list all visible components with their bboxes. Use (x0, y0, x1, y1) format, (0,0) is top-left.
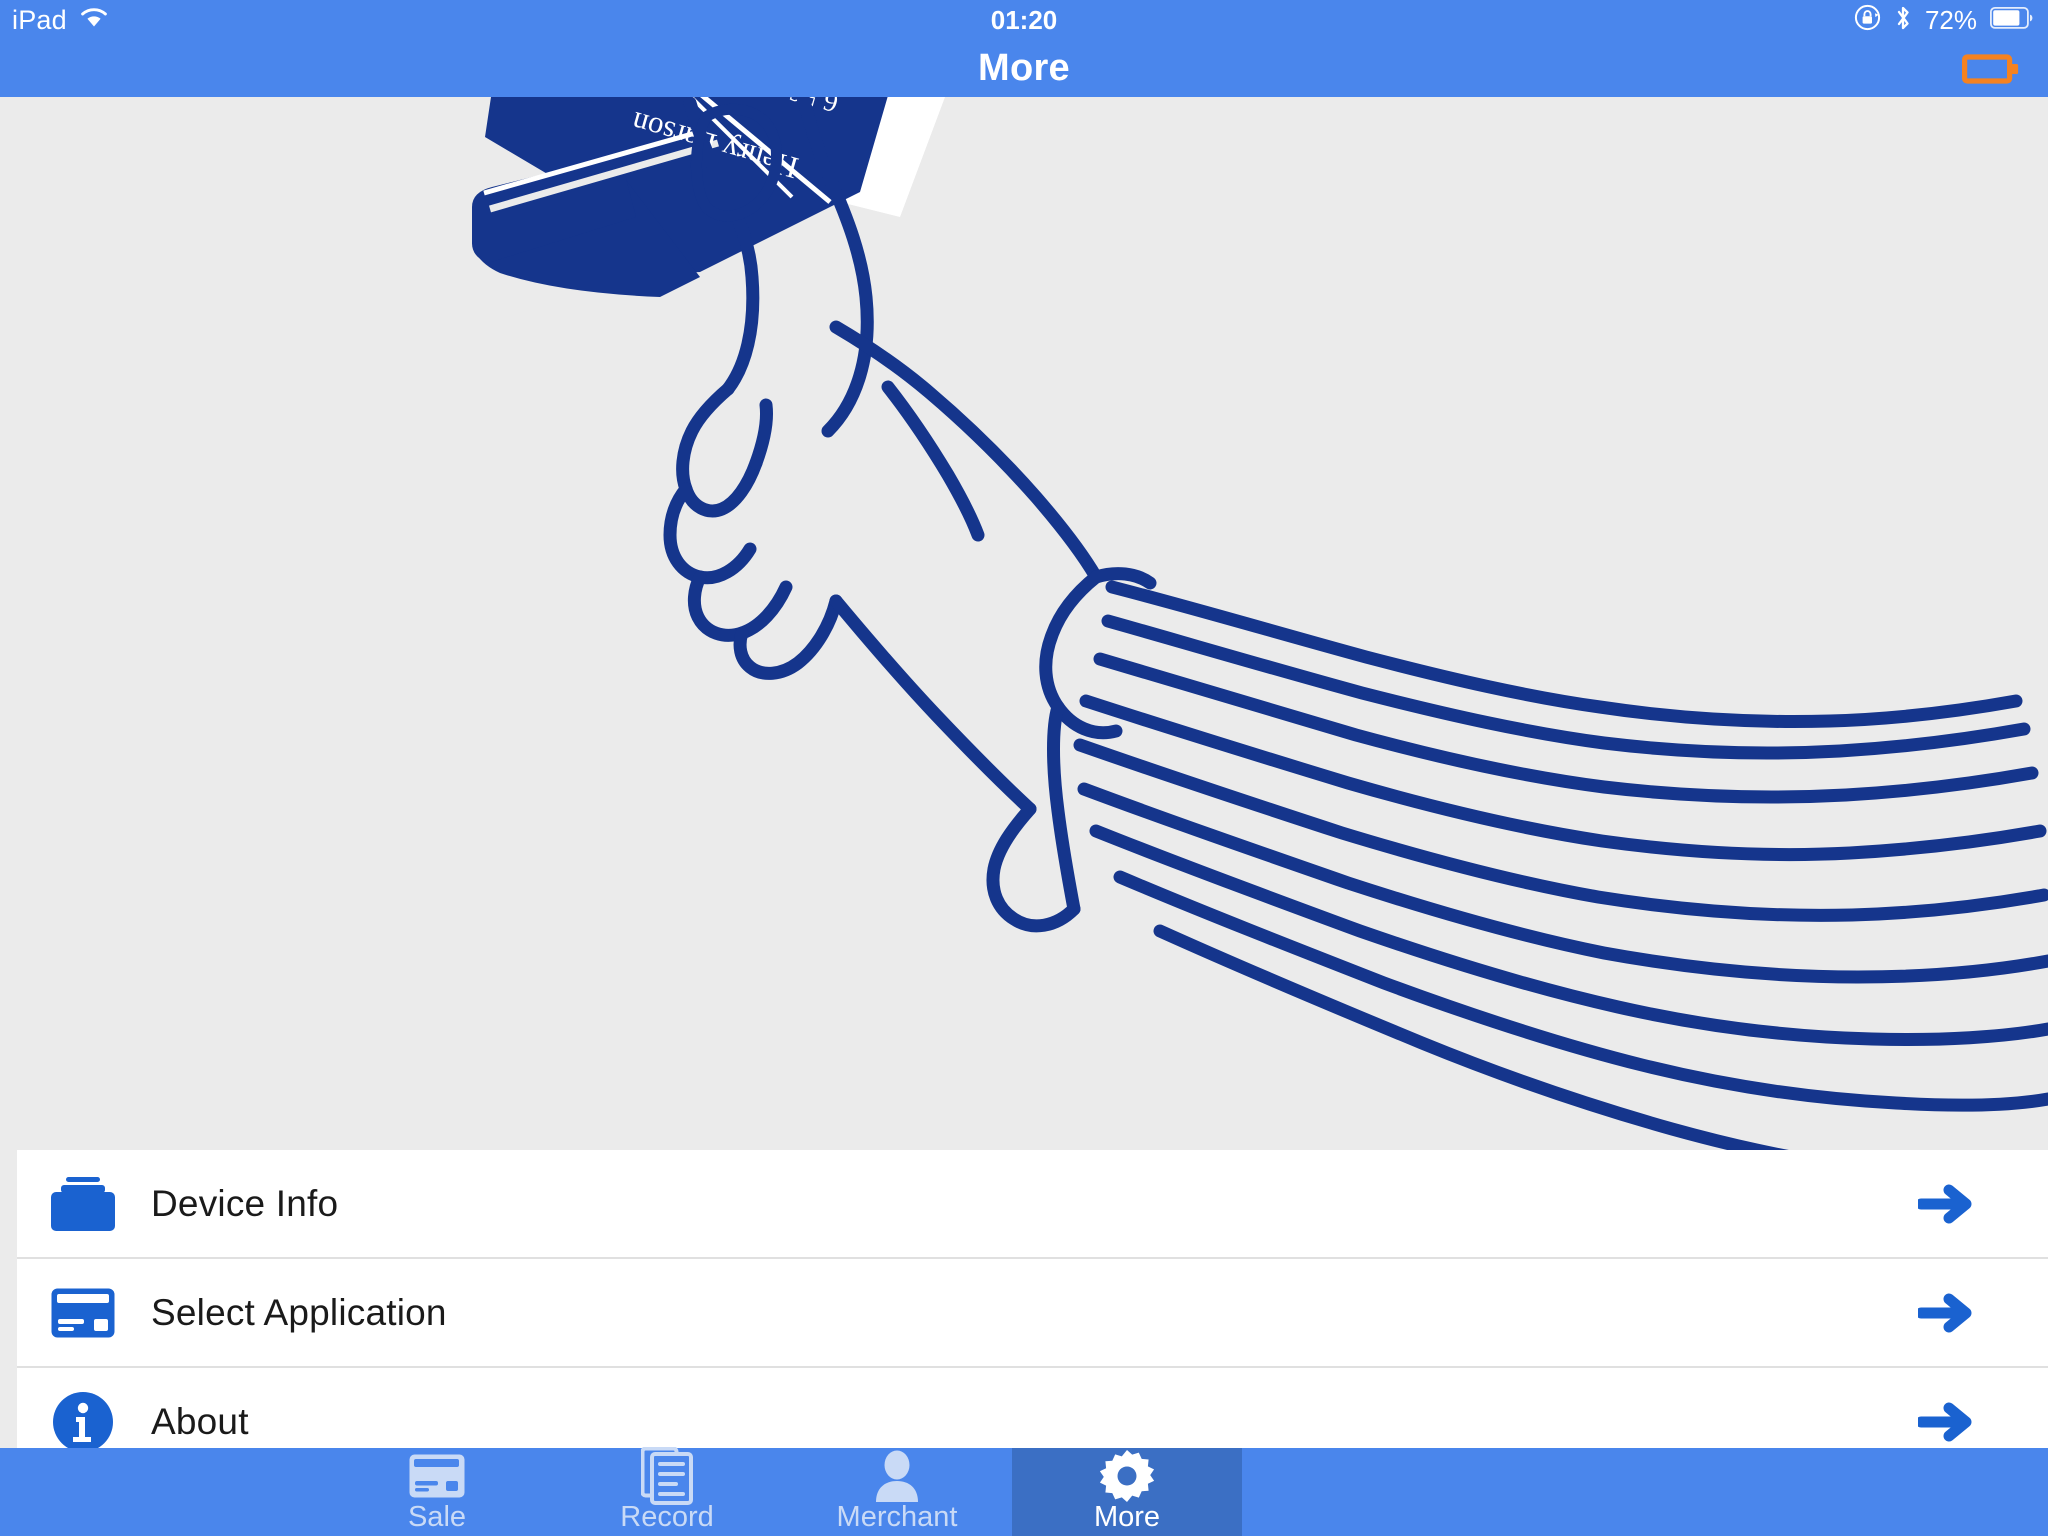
tab-bar-right-spacer (1242, 1448, 1564, 1536)
tab-label: Merchant (836, 1501, 958, 1533)
battery-percent-label: 72% (1924, 5, 1977, 35)
list-item-label: Device Info (151, 1182, 339, 1224)
arrow-right-icon[interactable] (1918, 1182, 1974, 1226)
page-title: More (978, 47, 1070, 89)
arrow-right-icon[interactable] (1918, 1291, 1974, 1335)
info-circle-icon (45, 1391, 121, 1453)
battery-icon (1989, 6, 2034, 34)
arrow-right-icon[interactable] (1918, 1400, 1974, 1444)
rotation-lock-icon (1854, 4, 1881, 36)
folder-icon (45, 1175, 121, 1233)
tab-more[interactable]: More (1012, 1448, 1242, 1536)
tab-sale[interactable]: Sale (322, 1448, 552, 1536)
tab-merchant[interactable]: Merchant (782, 1448, 1012, 1536)
list-item-label: Select Application (151, 1291, 447, 1333)
tab-record[interactable]: Record (552, 1447, 782, 1536)
credit-card-icon (408, 1454, 466, 1498)
hand-holding-credit-card-illustration: Henry Larson 6 56 58 4 (0, 97, 2048, 1150)
status-bar-time: 01:20 (990, 5, 1058, 35)
tab-bar-left-spacer (0, 1448, 322, 1536)
status-bar: iPad 01:20 72% (0, 0, 2048, 40)
illustration-svg: Henry Larson 6 56 58 4 (0, 97, 2048, 1150)
tab-label: More (1093, 1501, 1161, 1533)
tab-bar: Sale Record Merchant More (0, 1447, 2048, 1536)
list-item-label: About (151, 1400, 249, 1442)
person-icon (872, 1450, 922, 1502)
gear-icon (1100, 1450, 1154, 1502)
credit-card-icon (45, 1287, 121, 1339)
bluetooth-icon (1894, 4, 1912, 37)
list-item-device-info[interactable]: Device Info (17, 1150, 2048, 1259)
device-battery-icon[interactable] (1962, 49, 2022, 89)
app-screen: iPad 01:20 72% More Henry Larson Device … (0, 0, 2048, 1536)
settings-list: Device Info Select Application About (17, 1150, 2048, 1475)
navigation-bar: More (0, 40, 2048, 97)
tab-label: Sale (407, 1501, 467, 1533)
list-item-select-application[interactable]: Select Application (17, 1259, 2048, 1368)
status-bar-right: 72% (1854, 0, 2034, 40)
tab-label: Record (620, 1501, 714, 1533)
document-list-icon (641, 1447, 693, 1505)
